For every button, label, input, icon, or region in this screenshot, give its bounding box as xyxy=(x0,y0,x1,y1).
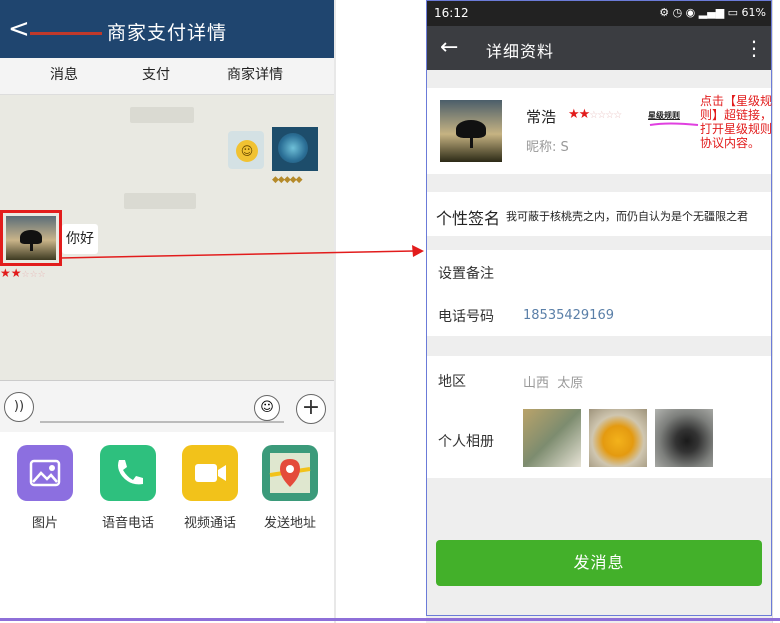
phone-label: 电话号码 xyxy=(438,309,494,325)
annotation-arrow xyxy=(60,245,424,259)
album-photo[interactable] xyxy=(655,409,713,467)
plus-icon[interactable]: + xyxy=(296,394,326,424)
merchant-star-rating: ★★☆☆☆ xyxy=(0,266,46,280)
emoji-icon[interactable]: ☺ xyxy=(254,395,280,421)
status-time: 16:12 xyxy=(434,6,469,20)
active-tab-indicator xyxy=(30,32,102,35)
image-tool-label: 图片 xyxy=(31,516,58,531)
profile-avatar[interactable] xyxy=(440,100,502,162)
app-bar: ← 详细资料 ⋮ xyxy=(426,26,772,70)
signature-text: 我可蔽于核桃壳之内，而仍自认为是个无疆限之君 xyxy=(506,210,748,223)
voice-icon[interactable]: )) xyxy=(4,392,34,422)
profile-nickname: 昵称: S xyxy=(526,140,569,155)
merchant-payment-screen: < 商家支付详情 消息 支付 商家详情 ☺ ◆◆◆◆◆ 你好 ★★☆☆☆ )) … xyxy=(0,0,334,623)
image-tool-button[interactable] xyxy=(17,445,73,501)
signature-label: 个性签名 xyxy=(436,209,501,228)
tab-merchant-details[interactable]: 商家详情 xyxy=(227,64,283,84)
left-tabs: 消息 支付 商家详情 xyxy=(0,58,334,95)
album-photo[interactable] xyxy=(589,409,647,467)
divider xyxy=(334,0,336,623)
profile-name: 常浩 xyxy=(526,108,557,126)
voice-call-label: 语音电话 xyxy=(101,516,154,531)
link-underline-mark xyxy=(649,122,699,126)
left-header: < 商家支付详情 xyxy=(0,0,334,58)
album-photo[interactable] xyxy=(523,409,581,467)
page-title: 详细资料 xyxy=(486,42,555,61)
album-label: 个人相册 xyxy=(438,434,494,450)
smiley-emoji-icon: ☺ xyxy=(236,140,258,162)
image-icon xyxy=(29,459,61,487)
send-location-label: 发送地址 xyxy=(263,516,316,531)
region-label: 地区 xyxy=(438,374,466,390)
back-arrow-icon[interactable]: ← xyxy=(440,35,458,60)
video-icon xyxy=(195,464,226,482)
tab-payment[interactable]: 支付 xyxy=(142,64,170,84)
bottom-divider xyxy=(0,618,780,621)
send-location-button[interactable] xyxy=(262,445,318,501)
status-icons: ⚙ ◷ ◉ ▂▄▆ ▭ 61% xyxy=(659,6,766,19)
map-icon xyxy=(269,453,311,493)
tab-messages[interactable]: 消息 xyxy=(50,64,78,84)
star-rating: ★★☆☆☆☆ xyxy=(568,107,622,122)
send-message-button[interactable]: 发消息 xyxy=(436,540,762,586)
annotation-note: 点击【星级规则】超链接，打开星级规则协议内容。 xyxy=(700,94,773,150)
avatar-highlight-box xyxy=(0,210,62,266)
my-rank-diamonds: ◆◆◆◆◆ xyxy=(272,175,303,185)
message-input[interactable] xyxy=(40,395,284,423)
phone-icon xyxy=(118,460,143,485)
more-menu-icon[interactable]: ⋮ xyxy=(744,36,764,60)
timestamp-blurred xyxy=(124,193,196,209)
battery-level: 61% xyxy=(741,6,766,19)
status-bar: 16:12 ⚙ ◷ ◉ ▂▄▆ ▭ 61% xyxy=(426,0,772,26)
set-remark-label: 设置备注 xyxy=(438,266,494,282)
region-value: 山西 太原 xyxy=(523,376,584,391)
video-call-button[interactable] xyxy=(182,445,238,501)
region-row xyxy=(426,356,772,403)
my-avatar[interactable] xyxy=(272,127,318,171)
voice-call-button[interactable] xyxy=(100,445,156,501)
phone-number[interactable]: 18535429169 xyxy=(523,308,614,323)
timestamp-blurred xyxy=(130,107,194,123)
video-call-label: 视频通话 xyxy=(183,516,236,531)
